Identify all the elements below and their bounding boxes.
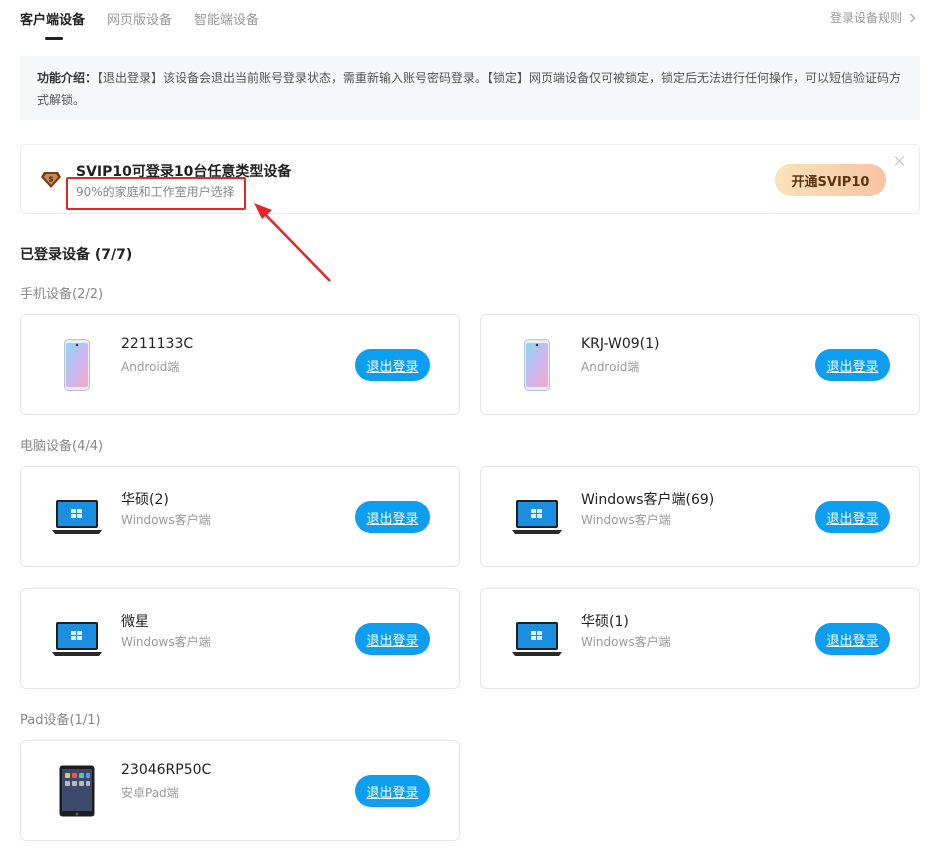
device-card: 华硕(1) Windows客户端 退出登录 [480, 588, 920, 689]
tab-label: 智能端设备 [194, 13, 260, 28]
logout-button[interactable]: 退出登录 [815, 349, 890, 381]
device-type: Android端 [581, 360, 640, 374]
pc-group-title: 电脑设备(4/4) [20, 439, 104, 454]
device-type: Windows客户端 [581, 635, 671, 649]
tab-label: 客户端设备 [20, 13, 86, 28]
device-name: 23046RP50C [121, 762, 212, 778]
device-name: 微星 [121, 614, 149, 630]
annotation-highlight-box [66, 177, 246, 210]
device-type: 安卓Pad端 [121, 786, 179, 800]
device-type: Windows客户端 [121, 513, 211, 527]
feature-intro: 功能介绍：【退出登录】该设备会退出当前账号登录状态，需重新输入账号密码登录。【锁… [20, 56, 920, 120]
laptop-icon [511, 611, 563, 667]
device-card: 23046RP50C 安卓Pad端 退出登录 [20, 740, 460, 841]
pad-group-title: Pad设备(1/1) [20, 713, 101, 728]
device-name: 华硕(1) [581, 614, 629, 630]
phone-icon [51, 337, 103, 393]
logout-button[interactable]: 退出登录 [815, 623, 890, 655]
svg-text:S: S [48, 176, 53, 184]
device-tabs: 客户端设备 网页版设备 智能端设备 [20, 0, 259, 42]
svip-banner: S SVIP10可登录10台任意类型设备 90%的家庭和工作室用户选择 开通SV… [20, 144, 920, 214]
device-type: Windows客户端 [121, 635, 211, 649]
device-name: Windows客户端(69) [581, 492, 715, 508]
logout-button[interactable]: 退出登录 [815, 501, 890, 533]
device-card: 华硕(2) Windows客户端 退出登录 [20, 466, 460, 567]
device-name: 2211133C [121, 336, 194, 352]
tab-client-devices[interactable]: 客户端设备 [20, 0, 85, 42]
open-svip-button[interactable]: 开通SVIP10 [775, 164, 886, 196]
logout-button[interactable]: 退出登录 [355, 775, 430, 807]
intro-text: 【退出登录】该设备会退出当前账号登录状态，需重新输入账号密码登录。【锁定】网页端… [37, 71, 902, 107]
laptop-icon [51, 611, 103, 667]
tab-web-devices[interactable]: 网页版设备 [107, 0, 172, 42]
phone-icon [511, 337, 563, 393]
device-name: 华硕(2) [121, 492, 169, 508]
device-card: 2211133C Android端 退出登录 [20, 314, 460, 415]
device-rules-link[interactable]: 登录设备规则 [829, 9, 916, 26]
logout-button[interactable]: 退出登录 [355, 623, 430, 655]
rules-link-label: 登录设备规则 [829, 11, 902, 25]
svip-gem-icon: S [41, 172, 61, 188]
device-card: Windows客户端(69) Windows客户端 退出登录 [480, 466, 920, 567]
phone-group-title: 手机设备(2/2) [20, 287, 104, 302]
chevron-right-icon [906, 13, 916, 22]
annotation-arrow [254, 203, 331, 282]
logout-button[interactable]: 退出登录 [355, 349, 430, 381]
device-card: 微星 Windows客户端 退出登录 [20, 588, 460, 689]
laptop-icon [511, 489, 563, 545]
tab-label: 网页版设备 [107, 13, 173, 28]
laptop-icon [51, 489, 103, 545]
tab-smart-devices[interactable]: 智能端设备 [194, 0, 259, 42]
device-card: KRJ-W09(1) Android端 退出登录 [480, 314, 920, 415]
device-type: Android端 [121, 360, 180, 374]
device-type: Windows客户端 [581, 513, 671, 527]
device-name: KRJ-W09(1) [581, 336, 660, 352]
close-icon[interactable] [894, 155, 906, 167]
logout-button[interactable]: 退出登录 [355, 501, 430, 533]
active-tab-indicator [45, 37, 63, 40]
tablet-icon [51, 763, 103, 819]
logged-in-devices-title: 已登录设备 (7/7) [20, 247, 133, 263]
intro-label: 功能介绍： [37, 71, 98, 85]
